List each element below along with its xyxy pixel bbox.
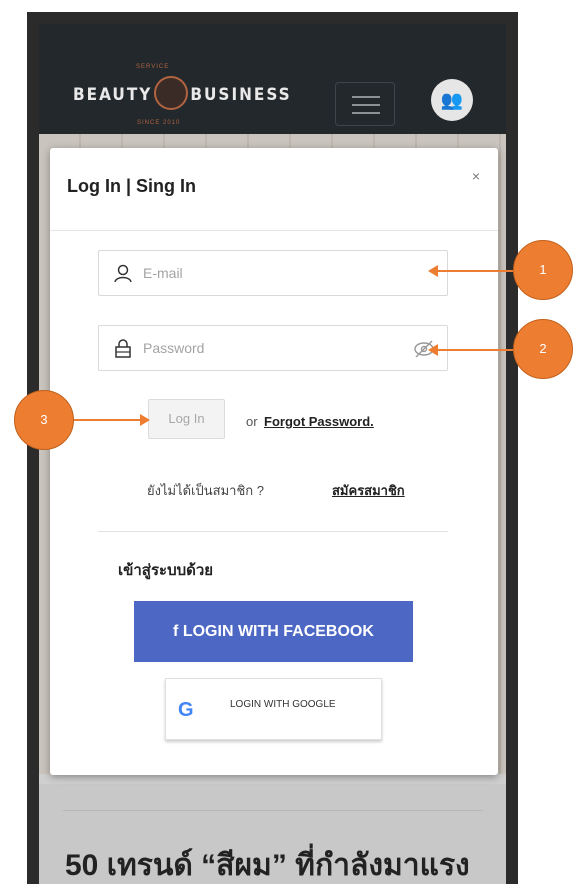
logo-text-left: BEAUTY [73,85,153,105]
user-icon [114,264,132,283]
callout-arrow [74,414,150,426]
arrowhead-icon [428,265,438,277]
logo-text-right: BUSINESS [190,85,292,105]
hamburger-menu-button[interactable] [335,82,395,126]
facebook-login-button[interactable]: f LOGIN WITH FACEBOOK [134,601,413,662]
callout-arrow [428,265,514,277]
google-button-label: LOGIN WITH GOOGLE [230,699,336,710]
callout-badge: 2 [513,319,573,379]
social-login-heading: เข้าสู่ระบบด้วย [118,562,214,579]
google-icon: G [178,699,194,721]
password-field[interactable]: Password [98,325,448,371]
user-account-icon[interactable]: 👥 [431,79,473,121]
logo-tagline-bottom: SINCE 2010 [137,120,181,126]
arrowhead-icon [140,414,150,426]
site-logo[interactable]: BEAUTY BUSINESS [73,76,292,112]
menu-bar-icon [352,96,380,98]
callout-badge: 1 [513,240,573,300]
lock-icon [115,339,131,358]
or-text: or [246,414,258,429]
facebook-icon: f [173,623,179,640]
email-field[interactable]: E-mail [98,250,448,296]
menu-bar-icon [352,104,380,106]
article-headline[interactable]: 50 เทรนด์ “สีผม” ที่กำลังมาแรง [65,842,470,884]
facebook-button-label: LOGIN WITH FACEBOOK [182,623,374,640]
logo-tagline-top: SERVICE [136,64,170,70]
google-login-button[interactable]: G LOGIN WITH GOOGLE [165,678,382,740]
logo-emblem-icon [154,76,189,110]
modal-title: Log In | Sing In [67,176,197,196]
callout-badge: 3 [14,390,74,450]
email-placeholder: E-mail [143,265,183,281]
not-member-text: ยังไม่ได้เป็นสมาชิก ? [147,483,264,498]
divider [50,230,498,231]
site-header: SERVICE BEAUTY BUSINESS SINCE 2010 👥 [39,24,506,134]
divider [98,531,448,532]
callout-arrow [428,344,514,356]
password-placeholder: Password [143,340,205,356]
divider [63,810,483,811]
login-modal: Log In | Sing In × E-mail Password Log I… [50,148,498,775]
login-button[interactable]: Log In [148,399,225,439]
menu-bar-icon [352,112,380,114]
article-preview: 50 เทรนด์ “สีผม” ที่กำลังมาแรง [39,784,506,884]
arrowhead-icon [428,344,438,356]
register-link[interactable]: สมัครสมาชิก [332,480,405,501]
close-icon[interactable]: × [472,168,480,184]
forgot-password-link[interactable]: Forgot Password. [264,414,374,429]
